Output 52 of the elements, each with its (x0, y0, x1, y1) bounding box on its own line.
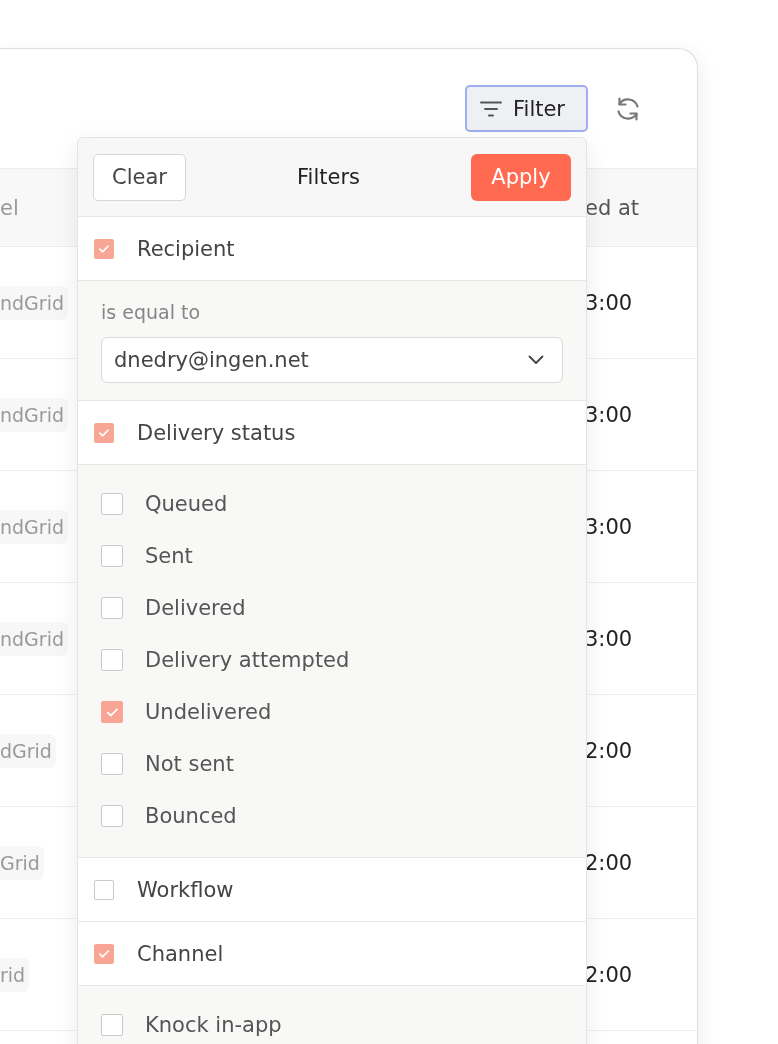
clear-button[interactable]: Clear (93, 153, 186, 201)
time-cell: 3:00 (585, 290, 633, 315)
column-header: el (0, 195, 19, 220)
option-label: Queued (145, 492, 228, 516)
checkbox[interactable] (101, 753, 123, 775)
time-cell: 2:00 (585, 738, 633, 763)
checkbox[interactable] (101, 597, 123, 619)
filter-button[interactable]: Filter (465, 85, 588, 132)
filter-icon (480, 100, 502, 117)
time-cell: 2:00 (585, 962, 633, 987)
channel-tag: ndGrid (0, 285, 68, 320)
checkbox[interactable] (94, 238, 114, 259)
check-icon (99, 244, 109, 253)
option-label: Undelivered (145, 700, 272, 724)
channel-tag: dGrid (0, 733, 56, 768)
filter-label: Workflow (137, 877, 234, 902)
checkbox[interactable] (101, 1014, 123, 1036)
time-cell: 3:00 (585, 514, 633, 539)
channel-tag: ndGrid (0, 509, 68, 544)
checkbox[interactable] (101, 493, 123, 515)
time-cell: 3:00 (585, 402, 633, 427)
checkbox[interactable] (94, 879, 114, 900)
option-label: Bounced (145, 804, 237, 828)
option-label: Delivery attempted (145, 648, 350, 672)
option-label: Sent (145, 544, 193, 568)
checkbox[interactable] (101, 649, 123, 671)
checkbox[interactable] (94, 943, 114, 964)
operator-label: is equal to (101, 301, 201, 325)
filter-label: Delivery status (137, 420, 296, 445)
option-label: Knock in-app (145, 1013, 282, 1037)
panel-title: Filters (297, 165, 360, 189)
check-icon (106, 707, 118, 717)
time-cell: 2:00 (585, 850, 633, 875)
check-icon (99, 949, 109, 958)
checkbox[interactable] (94, 422, 114, 443)
channel-tag: ndGrid (0, 621, 68, 656)
checkbox[interactable] (101, 701, 123, 723)
column-header: ed at (585, 195, 640, 220)
option-label: Delivered (145, 596, 246, 620)
channel-tag: ndGrid (0, 397, 68, 432)
channel-tag: rid (0, 957, 30, 992)
filter-label: Channel (137, 941, 224, 966)
check-icon (99, 428, 109, 437)
time-cell: 3:00 (585, 626, 633, 651)
checkbox[interactable] (101, 545, 123, 567)
checkbox[interactable] (101, 805, 123, 827)
channel-tag: Grid (0, 845, 44, 880)
chevron-down-icon (528, 355, 544, 365)
refresh-icon[interactable] (615, 95, 641, 122)
select-field[interactable]: dnedry@ingen.net (101, 337, 563, 383)
filter-label: Recipient (137, 236, 235, 261)
option-label: Not sent (145, 752, 234, 776)
